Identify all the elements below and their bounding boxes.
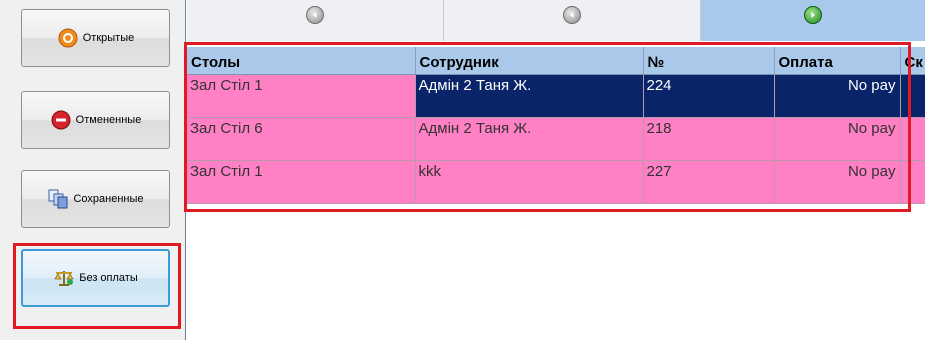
cell-number[interactable]: 218: [643, 117, 775, 161]
table-row[interactable]: Зал Стіл 1 Адмін 2 Таня Ж. 224 No pay: [187, 74, 925, 118]
nav-cell-1: [187, 0, 444, 41]
unpaid-orders-button[interactable]: Без оплаты: [21, 249, 170, 307]
cell-table[interactable]: Зал Стіл 1: [187, 74, 416, 118]
cell-extra[interactable]: [900, 74, 925, 118]
cell-payment[interactable]: No pay: [774, 117, 901, 161]
cell-extra[interactable]: [900, 160, 925, 204]
cancelled-orders-label: Отмененные: [75, 114, 142, 126]
cell-extra[interactable]: [900, 117, 925, 161]
column-header-extra[interactable]: Ск: [900, 47, 925, 75]
right-arrow-icon: [811, 12, 815, 18]
cancelled-orders-button[interactable]: Отмененные: [21, 91, 170, 149]
left-arrow-icon: [313, 12, 317, 18]
grid-header-row: Столы Сотрудник № Оплата Ск: [187, 47, 925, 75]
column-header-number[interactable]: №: [643, 47, 775, 75]
nav-cell-3: [701, 0, 925, 41]
cell-payment[interactable]: No pay: [774, 160, 901, 204]
cell-employee[interactable]: Адмін 2 Таня Ж.: [415, 117, 644, 161]
left-sidebar: Открытые Отмененные Сохраненные Без опла…: [0, 0, 186, 340]
scales-icon: [53, 267, 75, 289]
nav-cell-2: [444, 0, 701, 41]
cell-table[interactable]: Зал Стіл 1: [187, 160, 416, 204]
column-header-tables[interactable]: Столы: [187, 47, 416, 75]
cell-number[interactable]: 227: [643, 160, 775, 204]
cell-table[interactable]: Зал Стіл 6: [187, 117, 416, 161]
cell-employee[interactable]: kkk: [415, 160, 644, 204]
open-orders-label: Открытые: [82, 32, 135, 44]
unpaid-orders-label: Без оплаты: [79, 272, 138, 284]
saved-orders-label: Сохраненные: [73, 193, 144, 205]
cell-payment[interactable]: No pay: [774, 74, 901, 118]
cell-employee[interactable]: Адмін 2 Таня Ж.: [415, 74, 644, 118]
column-header-payment[interactable]: Оплата: [774, 47, 901, 75]
left-arrow-icon: [570, 12, 574, 18]
red-cancel-icon: [50, 109, 72, 131]
open-orders-button[interactable]: Открытые: [21, 9, 170, 67]
nav-circle-button-2[interactable]: [563, 6, 581, 24]
nav-circle-button-1[interactable]: [306, 6, 324, 24]
table-row[interactable]: Зал Стіл 6 Адмін 2 Таня Ж. 218 No pay: [187, 117, 925, 161]
stacked-pages-icon: [47, 188, 69, 210]
cell-number[interactable]: 224: [643, 74, 775, 118]
saved-orders-button[interactable]: Сохраненные: [21, 170, 170, 228]
navigation-row: [187, 0, 925, 41]
orders-grid: Столы Сотрудник № Оплата Ск Зал Стіл 1 А…: [187, 47, 925, 204]
orange-open-icon: [57, 27, 79, 49]
column-header-employee[interactable]: Сотрудник: [415, 47, 644, 75]
table-row[interactable]: Зал Стіл 1 kkk 227 No pay: [187, 160, 925, 204]
nav-circle-button-3[interactable]: [804, 6, 822, 24]
